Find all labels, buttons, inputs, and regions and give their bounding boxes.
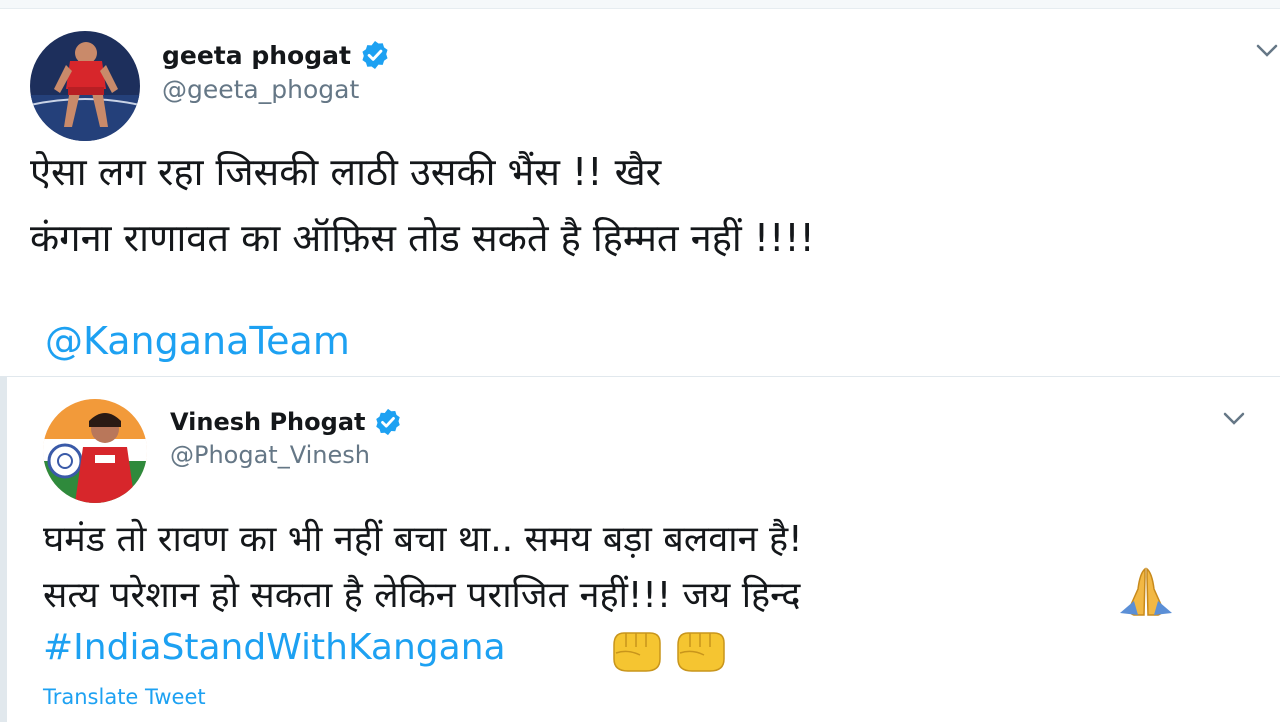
handle[interactable]: @Phogat_Vinesh (170, 441, 370, 469)
emoji-row (606, 623, 730, 679)
tweet-screenshot: geeta phogat @geeta_phogat ऐसा लग रहा जि… (0, 0, 1280, 722)
name-row: geeta phogat (162, 39, 391, 71)
tweet-text-line-1: ऐसा लग रहा जिसकी लाठी उसकी भैंस !! खैर (30, 150, 662, 194)
raised-fist-emoji (670, 623, 730, 679)
hashtag-link[interactable]: #IndiaStandWithKangana (43, 627, 506, 668)
tweet-text-line-2: कंगना राणावत का ऑफ़िस तोड सकते है हिम्मत… (30, 216, 815, 260)
tweet-text-line-2: सत्य परेशान हो सकता है लेकिन पराजित नहीं… (43, 575, 801, 616)
display-name[interactable]: Vinesh Phogat (170, 408, 365, 436)
avatar[interactable] (43, 399, 147, 503)
tweet-geeta[interactable]: geeta phogat @geeta_phogat ऐसा लग रहा जि… (0, 9, 1280, 375)
translate-tweet-link[interactable]: Translate Tweet (43, 685, 206, 709)
tweet-text-line-1: घमंड तो रावण का भी नहीं बचा था.. समय बड़… (43, 519, 803, 560)
avatar[interactable] (30, 31, 140, 141)
chevron-down-icon[interactable] (1255, 43, 1279, 59)
top-divider (0, 0, 1280, 9)
mention-link[interactable]: @KanganaTeam (45, 319, 350, 363)
praying-hands-emoji (1116, 563, 1176, 623)
chevron-down-icon[interactable] (1222, 411, 1246, 427)
display-name[interactable]: geeta phogat (162, 41, 351, 70)
raised-fist-emoji (606, 623, 666, 679)
verified-badge-icon (359, 39, 391, 71)
handle[interactable]: @geeta_phogat (162, 75, 359, 104)
name-row: Vinesh Phogat (170, 407, 403, 437)
verified-badge-icon (373, 407, 403, 437)
tweet-vinesh[interactable]: Vinesh Phogat @Phogat_Vinesh घमंड तो राव… (0, 376, 1280, 722)
